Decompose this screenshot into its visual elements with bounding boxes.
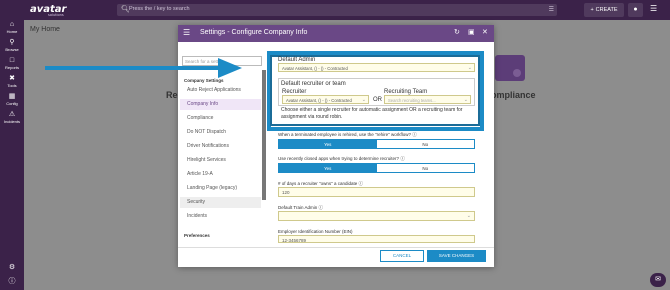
chevron-down-icon: ⌄ [466, 213, 471, 219]
incidents-icon: ⚠ [8, 111, 16, 118]
settings-item-compliance[interactable]: Compliance [187, 113, 260, 124]
nav-browse-label: Browse [5, 47, 19, 52]
help-icon: ⓘ [8, 278, 16, 285]
ein-input[interactable]: 12-3456789 [278, 235, 475, 243]
preferences-group-label: Preferences [184, 233, 210, 238]
ein-label: Employer Identification Number (EIN) [278, 229, 353, 234]
nav-home[interactable]: ⌂ Home [0, 21, 24, 34]
default-admin-select[interactable]: Avatar Assistant, () - () - Contracted ⌄ [278, 63, 475, 72]
settings-item-landing-page[interactable]: Landing Page (legacy) [187, 183, 260, 194]
refresh-icon[interactable]: ↻ [454, 28, 460, 36]
logo-subtext: solutions [48, 13, 64, 17]
chevron-down-icon: ⌄ [361, 97, 366, 103]
rehire-toggle[interactable]: Yes No [278, 139, 475, 149]
hamburger-icon[interactable]: ☰ [183, 28, 190, 37]
settings-item-do-not-dispatch[interactable]: Do NOT Dispatch [187, 127, 260, 138]
folder-icon: □ [9, 57, 15, 64]
rehire-no[interactable]: No [376, 140, 474, 148]
nav-incidents-label: Incidents [3, 119, 20, 124]
nav-tools[interactable]: ✖ Tools [0, 75, 24, 88]
help-icon: ⓘ [358, 181, 364, 186]
filter-icon[interactable]: ☰ [549, 6, 554, 13]
chat-icon[interactable]: ✉ [650, 273, 666, 287]
app-menu-icon[interactable]: ☰ [650, 4, 657, 13]
recruiting-team-placeholder: Search recruiting teams... [388, 97, 436, 103]
page-title: My Home [30, 26, 60, 33]
settings-item-company-info[interactable]: Company Info [180, 99, 261, 110]
create-label: CREATE [595, 7, 618, 13]
avatar-logo[interactable]: avatar solutions [30, 4, 66, 17]
recruiting-team-select[interactable]: Search recruiting teams... ⌄ [384, 95, 471, 104]
user-icon: ● [633, 6, 638, 13]
plus-icon: + [590, 7, 594, 13]
cancel-button[interactable]: CANCEL [380, 250, 424, 262]
settings-item-incidents[interactable]: Incidents [187, 211, 260, 222]
nav-incidents[interactable]: ⚠ Incidents [0, 111, 24, 124]
modal-footer-divider [178, 247, 494, 248]
settings-group-label: Company Settings [184, 78, 224, 83]
callout-arrow-shaft [45, 66, 223, 70]
rehire-question: When a terminated employee is rehired, u… [278, 132, 417, 137]
config-icon: ▦ [8, 93, 16, 100]
chevron-down-icon: ⌄ [463, 97, 468, 103]
nav-config[interactable]: ▦ Config [0, 93, 24, 106]
sidebar-scrollbar[interactable] [262, 70, 266, 200]
settings-item-driver-notifications[interactable]: Driver Notifications [187, 141, 260, 152]
nav-reports[interactable]: □ Reports [0, 57, 24, 70]
modal-header: ☰ Settings - Configure Company Info ↻ ▣ … [178, 25, 494, 42]
settings-item-auto-reject[interactable]: Auto Reject Applications [187, 85, 260, 96]
background-card-title-left: Re [166, 90, 178, 100]
settings-item-security[interactable]: Security [180, 197, 261, 208]
assignment-note: Choose either a single recruiter for aut… [281, 107, 463, 120]
rehire-yes[interactable]: Yes [279, 140, 377, 148]
user-avatar-button[interactable]: ● [628, 3, 643, 17]
top-bar: avatar solutions 🔍︎ Press the / key to s… [0, 0, 670, 20]
global-search[interactable]: 🔍︎ Press the / key to search ☰ [117, 4, 557, 16]
train-admin-select[interactable]: ⌄ [278, 211, 475, 221]
background-card-title-right: ompliance [491, 90, 536, 100]
nav-reports-label: Reports [4, 65, 19, 70]
closed-apps-no[interactable]: No [376, 164, 474, 172]
search-icon: ⚲ [9, 39, 15, 46]
help-icon: ⓘ [412, 132, 417, 137]
settings-item-article-19a[interactable]: Article 19-A [187, 169, 260, 180]
search-placeholder: Press the / key to search [129, 6, 190, 12]
help-icon: ⓘ [318, 205, 324, 210]
recruiter-value: Avatar Assistant, () - () - Contracted [286, 97, 352, 103]
days-owned-input[interactable]: 120 [278, 187, 475, 197]
nav-config-label: Config [6, 101, 18, 106]
save-changes-button[interactable]: SAVE CHANGES [427, 250, 486, 262]
close-icon[interactable]: ✕ [482, 28, 488, 36]
chevron-down-icon: ⌄ [467, 65, 472, 71]
settings-item-hirelight-services[interactable]: Hirelight Services [187, 155, 260, 166]
closed-apps-yes[interactable]: Yes [279, 164, 377, 172]
closed-apps-question: Use recently closed apps when trying to … [278, 156, 405, 161]
home-icon: ⌂ [9, 21, 15, 28]
save-icon[interactable]: ▣ [468, 28, 475, 36]
modal-title: Settings - Configure Company Info [200, 29, 308, 36]
settings-gear[interactable]: ⚙ [0, 264, 24, 272]
compliance-card-icon [495, 55, 525, 81]
tools-icon: ✖ [9, 75, 15, 82]
nav-home-label: Home [6, 29, 18, 34]
gear-icon: ⚙ [8, 264, 16, 271]
callout-arrow-head [218, 58, 242, 78]
or-separator: OR [373, 97, 382, 103]
nav-tools-label: Tools [7, 83, 17, 88]
left-nav: ⌂ Home ⚲ Browse □ Reports ✖ Tools ▦ Conf… [0, 20, 24, 290]
help-button[interactable]: ⓘ [0, 278, 24, 286]
nav-browse[interactable]: ⚲ Browse [0, 39, 24, 52]
create-button[interactable]: + CREATE [584, 3, 624, 17]
recruiter-team-label: Default recruiter or team [281, 81, 346, 87]
help-icon: ⓘ [400, 156, 405, 161]
default-admin-value: Avatar Assistant, () - () - Contracted [282, 65, 348, 71]
closed-apps-toggle[interactable]: Yes No [278, 163, 475, 173]
recruiter-select[interactable]: Avatar Assistant, () - () - Contracted ⌄ [282, 95, 369, 104]
